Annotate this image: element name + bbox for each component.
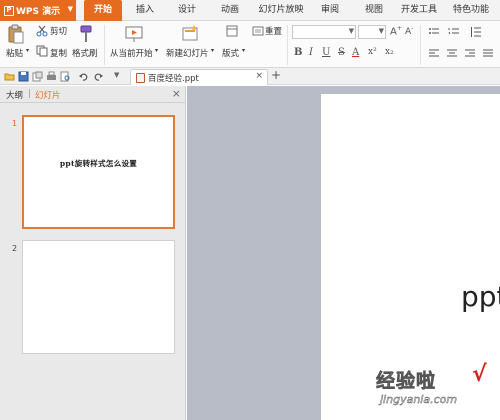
tab-animation[interactable]: 动画 (213, 0, 247, 21)
ribbon-toolbar: 粘贴 ▾ 剪切 复制 格式刷 从当前开始 ▾ 新建幻灯片 ▾ 版式 ▾ 重置 ▼… (0, 21, 500, 68)
new-tab-button[interactable]: + (271, 68, 281, 82)
copy-icon (36, 45, 48, 57)
ribbon-separator (287, 25, 288, 65)
underline-button[interactable]: U (322, 47, 330, 58)
slide-thumbnail-text: ppt旋转样式怎么设置 (59, 159, 138, 168)
chevron-down-icon[interactable]: ▾ (242, 47, 245, 54)
ribbon-tab-bar: P WPS 演示 ▼ 开始 插入 设计 动画 幻灯片放映 审阅 视图 开发工具 … (0, 0, 500, 21)
pane-tabs: 大纲 | 幻灯片 × (0, 86, 186, 103)
superscript-button[interactable]: x² (368, 47, 377, 57)
tab-insert[interactable]: 插入 (128, 0, 162, 21)
close-icon[interactable]: × (255, 71, 263, 81)
chevron-down-icon: ▼ (67, 5, 73, 13)
numbered-list-icon[interactable] (448, 26, 460, 38)
pane-tab-divider: | (28, 89, 31, 99)
decrease-font-size-icon[interactable]: A- (405, 25, 413, 37)
increase-font-size-icon[interactable]: A+ (390, 25, 402, 37)
watermark-text: 经验啦 (376, 370, 437, 393)
app-menu-button[interactable]: P WPS 演示 ▼ (0, 0, 76, 21)
customize-toolbar-icon[interactable]: ▼ (114, 71, 119, 79)
tab-slideshow[interactable]: 幻灯片放映 (255, 0, 307, 21)
print-icon[interactable] (46, 71, 57, 82)
checkmark-icon: √ (472, 362, 487, 387)
wps-logo-icon: P (4, 5, 14, 16)
quick-access-bar: ▼ 百度经验.ppt × + (0, 68, 500, 85)
font-family-select[interactable]: ▼ (292, 25, 356, 39)
cut-button[interactable]: 剪切 (50, 25, 67, 37)
tab-home[interactable]: 开始 (84, 0, 122, 21)
slide-number: 1 (12, 119, 18, 128)
slide-number: 2 (12, 244, 18, 253)
reset-button[interactable]: 重置 (265, 25, 282, 37)
font-size-select[interactable]: ▼ (358, 25, 386, 39)
subscript-button[interactable]: x₂ (385, 47, 394, 57)
reset-icon (252, 26, 264, 36)
tab-developer[interactable]: 开发工具 (396, 0, 442, 21)
slides-pane: 大纲 | 幻灯片 × 1 ppt旋转样式怎么设置 2 (0, 86, 186, 420)
paste-dropdown-icon[interactable]: ▾ (26, 47, 29, 54)
copy-button[interactable]: 复制 (50, 47, 67, 59)
projector-icon (125, 26, 143, 42)
bullet-list-icon[interactable] (428, 26, 440, 38)
play-from-current-button[interactable]: 从当前开始 (110, 47, 153, 59)
tab-design[interactable]: 设计 (170, 0, 204, 21)
align-center-icon[interactable] (446, 48, 458, 60)
close-icon[interactable]: × (172, 87, 181, 100)
italic-button[interactable]: I (309, 47, 313, 58)
site-watermark: 经验啦 √ jingyanla.com (372, 362, 500, 420)
scissors-icon (36, 25, 48, 37)
ribbon-separator (420, 25, 421, 65)
print-preview-icon[interactable] (60, 71, 71, 82)
line-spacing-icon[interactable] (470, 26, 482, 38)
strikethrough-button[interactable]: S (338, 47, 345, 58)
tab-review[interactable]: 审阅 (313, 0, 347, 21)
justify-icon[interactable] (482, 48, 494, 60)
paste-icon[interactable] (6, 24, 26, 44)
slide-title-text[interactable]: ppt (461, 280, 500, 313)
save-icon[interactable] (18, 71, 29, 82)
document-tab[interactable]: 百度经验.ppt × (130, 69, 268, 85)
chevron-down-icon: ▼ (378, 27, 384, 35)
ribbon-separator (104, 25, 105, 65)
bold-button[interactable]: B (294, 47, 302, 58)
chevron-down-icon: ▼ (348, 27, 354, 35)
format-painter-icon (80, 25, 92, 42)
align-right-icon[interactable] (464, 48, 476, 60)
format-painter-button[interactable]: 格式刷 (72, 47, 98, 59)
slide-thumbnail[interactable] (22, 240, 175, 354)
undo-icon[interactable] (78, 71, 89, 82)
open-folder-icon[interactable] (4, 71, 15, 82)
tab-slides[interactable]: 幻灯片 (35, 89, 61, 101)
tab-view[interactable]: 视图 (357, 0, 391, 21)
tab-special-features[interactable]: 特色功能 (446, 0, 496, 21)
save-as-icon[interactable] (32, 71, 43, 82)
new-slide-icon (182, 25, 198, 41)
layout-button[interactable]: 版式 (222, 47, 239, 59)
paste-button[interactable]: 粘贴 (6, 47, 23, 59)
redo-icon[interactable] (93, 71, 104, 82)
new-slide-button[interactable]: 新建幻灯片 (166, 47, 209, 59)
font-color-button[interactable]: A (352, 47, 359, 58)
app-name: WPS 演示 (16, 7, 61, 17)
slide-thumbnail[interactable]: ppt旋转样式怎么设置 (22, 115, 175, 229)
chevron-down-icon[interactable]: ▾ (211, 47, 214, 54)
layout-icon (226, 25, 238, 37)
align-left-icon[interactable] (428, 48, 440, 60)
chevron-down-icon[interactable]: ▾ (155, 47, 158, 54)
ppt-file-icon (136, 73, 145, 83)
tab-outline[interactable]: 大纲 (6, 89, 23, 101)
watermark-url: jingyanla.com (380, 393, 458, 406)
document-tab-title: 百度经验.ppt (148, 74, 199, 84)
